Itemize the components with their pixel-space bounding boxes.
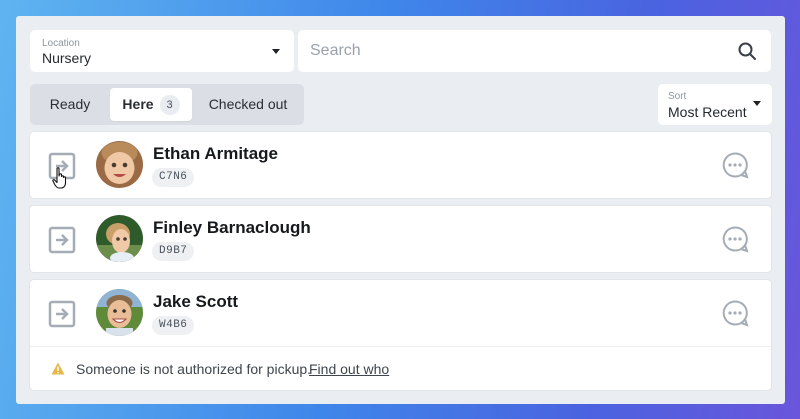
location-select[interactable]: Location Nursery	[30, 30, 294, 72]
avatar	[96, 141, 143, 188]
location-label: Location	[42, 38, 80, 49]
chevron-down-icon	[753, 101, 761, 106]
sort-label: Sort	[668, 91, 687, 102]
sort-value: Most Recent	[668, 104, 747, 120]
check-in-icon[interactable]	[48, 226, 76, 254]
sort-select[interactable]: Sort Most Recent	[658, 84, 772, 125]
person-card: Ethan Armitage C7N6	[30, 132, 771, 198]
person-name: Ethan Armitage	[153, 144, 279, 163]
message-icon[interactable]	[721, 299, 749, 327]
here-count-badge: 3	[159, 95, 180, 115]
location-value: Nursery	[42, 50, 92, 66]
search-box	[298, 30, 771, 72]
check-in-panel: Location Nursery Ready Here 3 Checked out…	[16, 16, 785, 404]
message-icon[interactable]	[721, 225, 749, 253]
divider	[30, 346, 771, 347]
tab-checked-out-label: Checked out	[208, 96, 288, 112]
avatar	[96, 215, 143, 262]
avatar	[96, 289, 143, 336]
tab-here-label: Here	[122, 96, 154, 112]
message-icon[interactable]	[721, 151, 749, 179]
check-in-icon[interactable]	[48, 300, 76, 328]
find-out-who-link[interactable]: Find out who	[309, 361, 389, 377]
search-input[interactable]	[310, 30, 710, 72]
person-card: Jake Scott W4B6 Someone is not authorize…	[30, 280, 771, 390]
warning-icon	[51, 362, 65, 375]
person-card: Finley Barnaclough D9B7	[30, 206, 771, 272]
tab-ready-label: Ready	[49, 96, 91, 112]
security-code-badge: D9B7	[152, 242, 195, 261]
security-code-badge: C7N6	[152, 168, 195, 187]
chevron-down-icon	[272, 49, 280, 54]
person-name: Jake Scott	[153, 292, 239, 311]
tab-checked-out[interactable]: Checked out	[198, 88, 298, 121]
status-tabs: Ready Here 3 Checked out	[30, 84, 304, 125]
security-code-badge: W4B6	[152, 316, 195, 335]
tab-ready[interactable]: Ready	[38, 88, 102, 121]
search-icon[interactable]	[737, 41, 757, 61]
tab-here[interactable]: Here 3	[110, 88, 192, 121]
hand-cursor-icon	[52, 167, 67, 189]
pickup-warning-text: Someone is not authorized for pickup.	[76, 361, 312, 377]
person-name: Finley Barnaclough	[153, 218, 311, 237]
